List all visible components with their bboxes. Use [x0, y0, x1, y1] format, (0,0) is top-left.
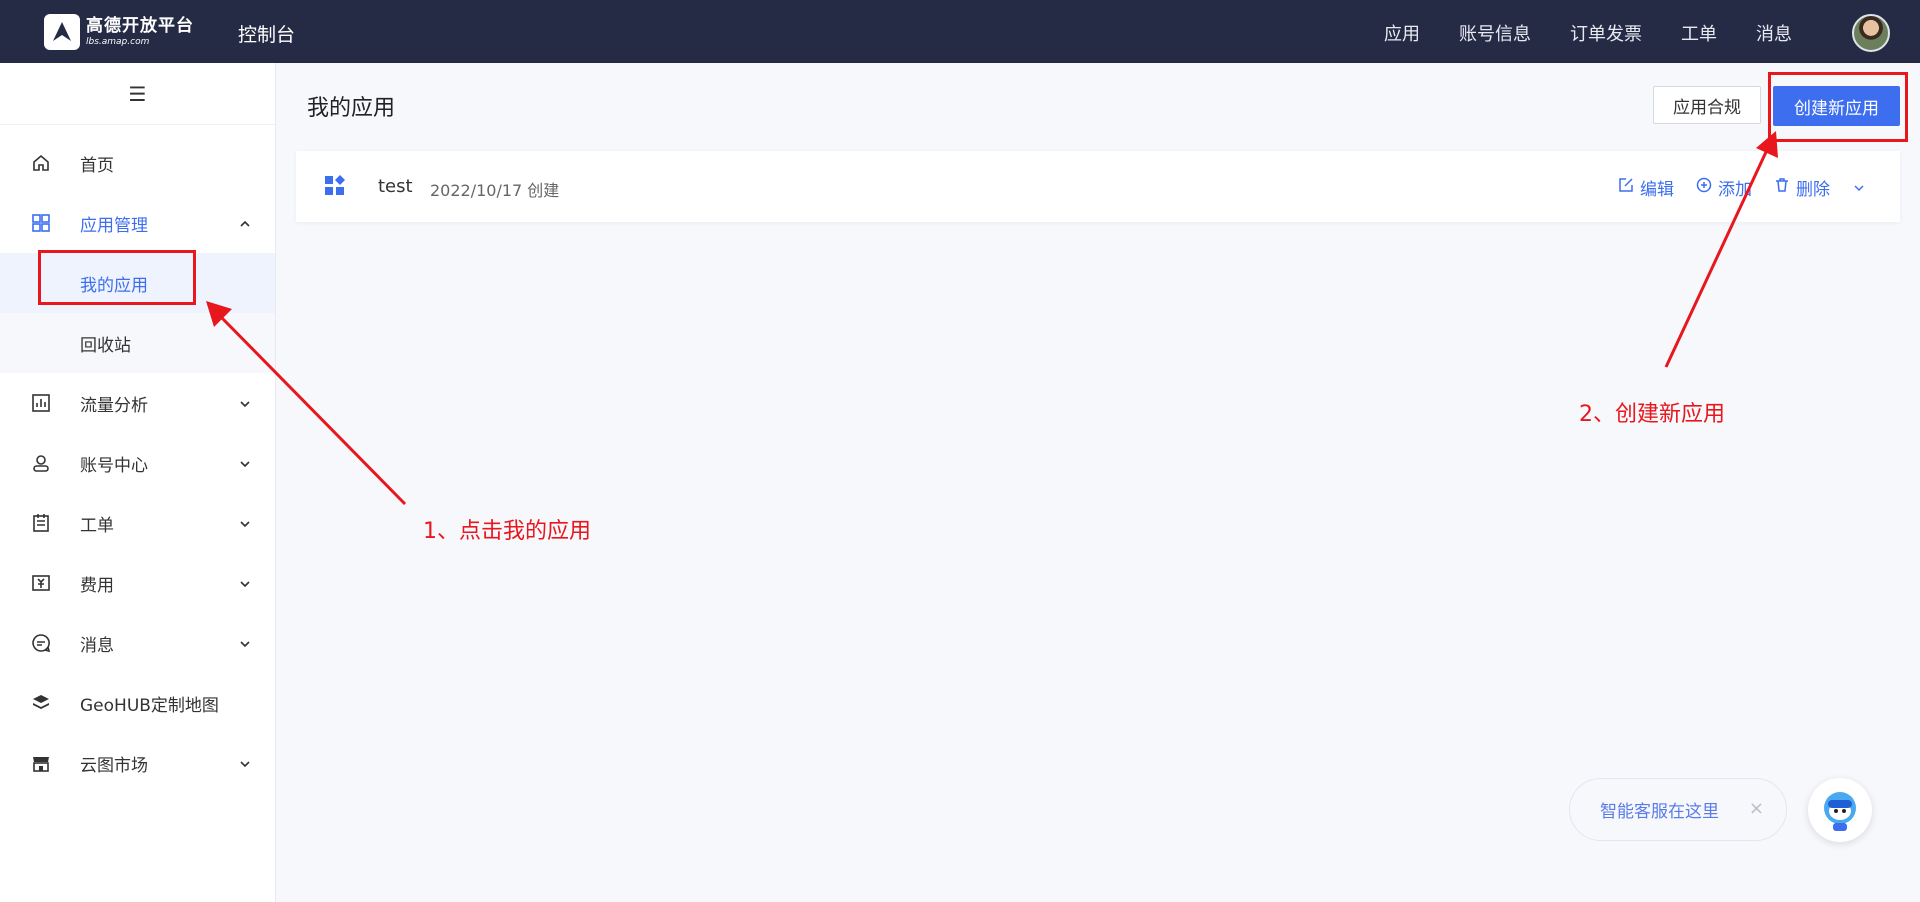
annotation-arrow-step2 — [1664, 151, 1768, 368]
smart-support-bubble[interactable]: 智能客服在这里 × — [1569, 778, 1787, 841]
close-icon[interactable]: × — [1749, 798, 1764, 819]
support-bot-avatar-icon[interactable] — [1808, 778, 1872, 842]
annotation-arrows — [206, 131, 1778, 506]
smart-support-label: 智能客服在这里 — [1600, 802, 1719, 822]
annotation-arrowhead-step2 — [1756, 131, 1778, 158]
annotation-step2: 2、创建新应用 — [1579, 402, 1725, 427]
annotation-arrow-step1 — [220, 316, 407, 506]
annotation-step1: 1、点击我的应用 — [423, 519, 591, 544]
